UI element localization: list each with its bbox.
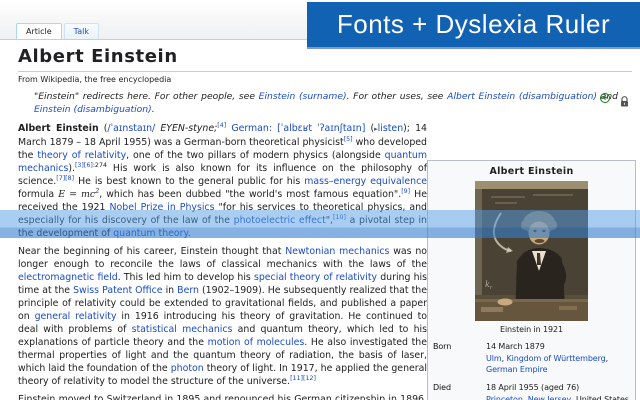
citation-ref[interactable]: [9] xyxy=(401,188,410,195)
infobox-table: Born14 March 1879Ulm, Kingdom of Württem… xyxy=(432,337,631,400)
page-title: Albert Einstein xyxy=(18,47,632,72)
padlock-icon-svg xyxy=(620,96,629,107)
tab-article-label: Article xyxy=(26,27,52,36)
paragraph-citizenship: Einstein moved to Switzerland in 1895 an… xyxy=(18,393,427,400)
citation-ref[interactable]: [7][8] xyxy=(56,175,74,182)
einstein-photo: kr xyxy=(475,181,588,321)
dyslexia-ruler-overlay xyxy=(0,210,640,238)
paragraph-career: Near the beginning of his career, Einste… xyxy=(18,245,427,388)
wiki-link[interactable]: Newtonian mechanics xyxy=(285,246,389,257)
green-circle-plus-icon[interactable]: + xyxy=(600,93,610,103)
wiki-link[interactable]: Swiss Patent Office xyxy=(73,285,162,296)
wiki-link[interactable]: photon xyxy=(171,363,204,374)
article-body: Albert Einstein (/ˈaɪnstaɪn/ EYEN-styne;… xyxy=(18,122,427,400)
tab-talk[interactable]: Talk xyxy=(64,23,99,39)
wiki-link[interactable]: New Jersey xyxy=(528,395,571,400)
wiki-link[interactable]: German: xyxy=(231,123,272,134)
wikipedia-page: Article Talk + Albert Einstein From Wiki… xyxy=(0,0,640,400)
infobox-row: Born14 March 1879Ulm, Kingdom of Württem… xyxy=(432,337,631,378)
extension-banner: Fonts + Dyslexia Ruler xyxy=(307,2,640,47)
infobox-row-label: Born xyxy=(432,337,483,378)
wiki-link[interactable]: /ˈaɪnstaɪn/ xyxy=(107,123,155,134)
wiki-link[interactable]: mass–energy equivalence xyxy=(304,176,427,187)
wiki-link[interactable]: general relativity xyxy=(35,311,117,322)
infobox-row-value: 18 April 1955 (aged 76)Princeton, New Je… xyxy=(483,378,631,400)
hatnote: "Einstein" redirects here. For other peo… xyxy=(34,91,618,116)
wiki-link[interactable]: listen xyxy=(378,123,403,134)
wiki-link[interactable]: Einstein (disambiguation) xyxy=(34,104,152,115)
wiki-link[interactable]: Einstein (surname) xyxy=(259,91,347,102)
infobox-row-value: 14 March 1879Ulm, Kingdom of Württemberg… xyxy=(483,337,631,378)
wiki-link[interactable]: Bern xyxy=(177,285,199,296)
wiki-link[interactable]: Albert Einstein (disambiguation) xyxy=(447,91,597,102)
infobox-row-label: Died xyxy=(432,378,483,400)
tab-talk-label: Talk xyxy=(74,27,89,36)
padlock-icon[interactable] xyxy=(620,92,629,103)
page-status-indicators: + xyxy=(600,92,629,103)
citation-ref[interactable]: [3][6] xyxy=(75,162,93,169)
formula-emc2: E = mc xyxy=(58,189,95,200)
infobox-title: Albert Einstein xyxy=(432,164,631,181)
wiki-link[interactable]: Princeton xyxy=(486,395,523,400)
wiki-link[interactable]: Ulm xyxy=(486,354,502,363)
wiki-link[interactable]: electromagnetic field xyxy=(18,272,118,283)
citation-ref[interactable]: [5] xyxy=(344,136,353,143)
citation-ref[interactable]: [11][12] xyxy=(290,375,316,382)
tab-article[interactable]: Article xyxy=(16,23,62,39)
site-subtitle: From Wikipedia, the free encyclopedia xyxy=(18,75,640,84)
wiki-link[interactable]: Kingdom of Württemberg xyxy=(506,354,605,363)
citation-ref[interactable]: [4] xyxy=(217,122,226,129)
wiki-link[interactable]: German Empire xyxy=(486,365,547,374)
extension-banner-label: Fonts + Dyslexia Ruler xyxy=(337,9,610,40)
wiki-link[interactable]: motion of molecules xyxy=(208,337,305,348)
namespace-tabs: Article Talk xyxy=(16,23,101,39)
infobox: Albert Einstein kr xyxy=(427,160,636,400)
wiki-link[interactable]: special theory of relativity xyxy=(254,272,377,283)
infobox-caption: Einstein in 1921 xyxy=(432,321,631,337)
page-ref: :274 xyxy=(93,162,107,169)
wiki-link[interactable]: statistical mechanics xyxy=(132,324,233,335)
infobox-row: Died18 April 1955 (aged 76)Princeton, Ne… xyxy=(432,378,631,400)
wiki-link[interactable]: theory of relativity xyxy=(37,150,126,161)
wiki-link[interactable]: [ˈalbɛʁt ˈʔaɪnʃtaɪn] xyxy=(277,123,365,134)
